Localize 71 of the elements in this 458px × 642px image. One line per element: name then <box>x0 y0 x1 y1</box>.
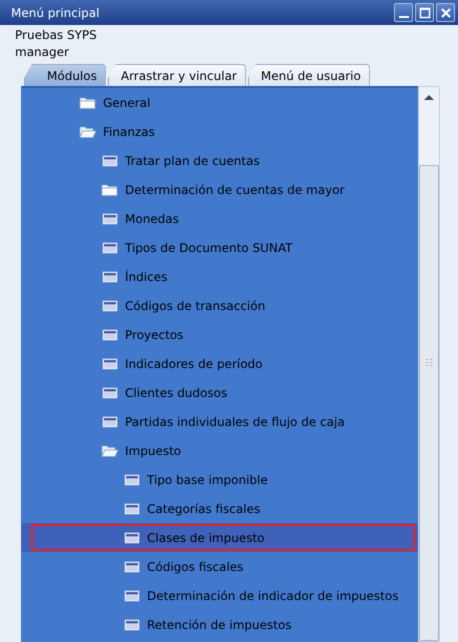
tree-row[interactable]: Códigos fiscales <box>21 552 418 581</box>
tree-row[interactable]: Finanzas <box>21 117 418 146</box>
close-icon <box>440 6 452 18</box>
tree-row[interactable]: Códigos de transacción <box>21 291 418 320</box>
window-icon <box>101 328 119 342</box>
window-icon <box>123 588 141 602</box>
tree-item-label: Determinación de cuentas de mayor <box>125 182 344 196</box>
open-folder-icon <box>101 444 119 458</box>
folder-icon <box>101 182 119 196</box>
window-icon <box>101 270 119 284</box>
tree-item-label: Códigos de transacción <box>125 298 266 312</box>
tree-row[interactable]: General <box>21 88 418 117</box>
tree-item-label: Tipos de Documento SUNAT <box>125 240 292 254</box>
user-name: manager <box>15 44 70 61</box>
window-icon <box>101 414 119 428</box>
window-icon <box>123 560 141 574</box>
tree-item-label: Impuesto <box>125 444 182 458</box>
tree-item-label: Clientes dudosos <box>125 386 228 400</box>
tree-item-label: Códigos fiscales <box>147 560 244 574</box>
tree-item-label: Tipo base imponible <box>147 472 268 486</box>
tab[interactable]: Módulos <box>24 64 106 86</box>
selected-tree-row[interactable]: Clases de impuesto <box>21 523 418 552</box>
tree-item-label: General <box>103 96 150 110</box>
minimize-button[interactable] <box>394 3 413 22</box>
tree-item-label: Determinación de indicador de impuestos <box>147 588 398 602</box>
tree-row[interactable]: Retención de impuestos <box>21 610 418 639</box>
tree-item-label: Finanzas <box>103 124 155 138</box>
tree-item-label: Tratar plan de cuentas <box>125 154 260 168</box>
minimize-icon <box>398 16 408 18</box>
tree-item-label: Indicadores de período <box>125 356 263 370</box>
window-icon <box>123 502 141 516</box>
scroll-thumb[interactable] <box>419 165 439 641</box>
tree-row[interactable]: Partidas individuales de flujo de caja <box>21 407 418 436</box>
window-title: Menú principal <box>11 6 100 20</box>
window-icon <box>101 240 119 254</box>
window-icon <box>123 530 141 544</box>
tree-row[interactable]: Determinación de cuentas de mayor <box>21 175 418 204</box>
tab[interactable]: Menú de usuario <box>248 64 370 86</box>
tree-row[interactable]: Tipo base imponible <box>21 465 418 494</box>
tree-item-label: Índices <box>125 270 168 284</box>
window-icon <box>101 212 119 226</box>
scrollbar[interactable] <box>418 86 440 642</box>
tree-row[interactable]: Impuesto <box>21 436 418 465</box>
tree-row[interactable]: Categorías fiscales <box>21 494 418 523</box>
tree-item-label: Categorías fiscales <box>147 502 260 516</box>
window-icon <box>123 618 141 632</box>
close-button[interactable] <box>436 3 455 22</box>
window-icon <box>123 472 141 486</box>
window-icon <box>101 154 119 168</box>
maximize-icon <box>418 6 430 18</box>
window-icon <box>101 386 119 400</box>
tree-row[interactable]: Clientes dudosos <box>21 378 418 407</box>
folder-icon <box>79 96 97 110</box>
tree-item-label: Monedas <box>125 212 179 226</box>
tree-row[interactable]: Monedas <box>21 204 418 233</box>
tree-row[interactable]: Tipos de Documento SUNAT <box>21 233 418 262</box>
tree-item-label: Partidas individuales de flujo de caja <box>125 414 345 428</box>
tree-item-label: Clases de impuesto <box>147 530 265 544</box>
tab[interactable]: Arrastrar y vincular <box>108 64 246 86</box>
tree-row[interactable]: Indicadores de período <box>21 349 418 378</box>
window-icon <box>101 298 119 312</box>
window-icon <box>101 356 119 370</box>
maximize-button[interactable] <box>415 3 434 22</box>
company-name: Pruebas SYPS <box>15 27 98 44</box>
tree-row[interactable]: Índices <box>21 262 418 291</box>
tree-row[interactable]: Tratar plan de cuentas <box>21 146 418 175</box>
tree-item-label: Proyectos <box>125 328 184 342</box>
tree-row[interactable]: Determinación de indicador de impuestos <box>21 581 418 610</box>
open-folder-icon <box>79 124 97 138</box>
tree-item-label: Retención de impuestos <box>147 618 292 632</box>
tree-row[interactable]: Proyectos <box>21 320 418 349</box>
